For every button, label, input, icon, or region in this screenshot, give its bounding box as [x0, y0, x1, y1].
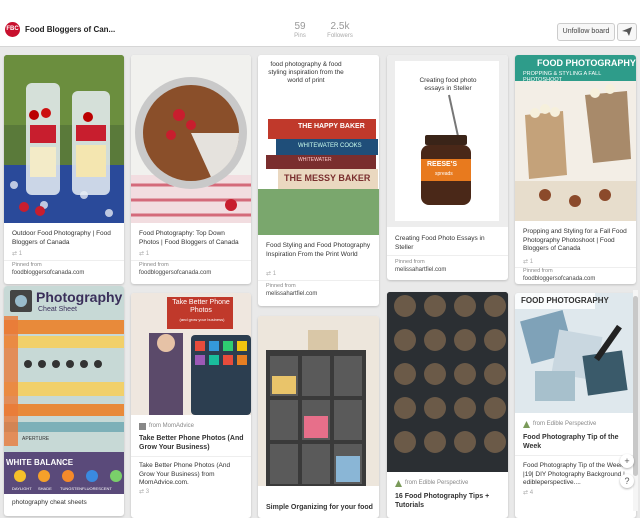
pin-image[interactable]	[4, 55, 124, 223]
pin-description: Food Photography: Top Down Photos | Food…	[139, 230, 239, 246]
pin-source-link[interactable]: foodbloggersofcanada.com	[523, 276, 595, 282]
pin-card[interactable]: Creating food photo essays in Steller RE…	[387, 55, 508, 280]
pinned-from-label: Pinned from	[395, 259, 425, 265]
jar-label: REESE'S	[427, 161, 458, 168]
cookies-tray-image	[387, 292, 508, 472]
source-logo-icon	[395, 480, 402, 487]
image-title: Take Better Phone Photos	[172, 299, 230, 314]
pin-card[interactable]: food photography & food styling inspirat…	[258, 55, 379, 306]
pin-card[interactable]: Simple Organizing for your food	[258, 316, 379, 518]
pin-description: Outdoor Food Photography | Food Bloggers…	[12, 230, 111, 246]
pin-card[interactable]: Take Better Phone Photos (and grow your …	[131, 293, 251, 518]
pin-description: Food Photography Tip of the Week |19| DI…	[523, 462, 625, 486]
pin-card[interactable]: Photography Cheat Sheet WHITE BALANCE AP…	[4, 286, 124, 516]
aperture-label: APERTURE	[22, 436, 50, 442]
pin-source-link[interactable]: foodbloggersofcanada.com	[12, 270, 84, 276]
berry-pie-image	[131, 77, 251, 223]
pins-count: 59	[294, 21, 306, 32]
send-icon	[622, 27, 632, 36]
pin-title[interactable]: Take Better Phone Photos (And Grow Your …	[139, 434, 245, 452]
background-boards-image	[515, 293, 636, 413]
pin-description: Take Better Phone Photos (And Grow Your …	[139, 462, 231, 486]
board-title[interactable]: Food Bloggers of Can...	[25, 25, 115, 34]
pin-card[interactable]: Food Photography: Top Down Photos | Food…	[131, 55, 251, 284]
pinned-from-label: Pinned from	[12, 262, 42, 268]
pinned-from-label: Pinned from	[523, 268, 553, 274]
board-header: FBC Food Bloggers of Can... 59 Pins 2.5k…	[0, 0, 640, 47]
pin-image[interactable]: FOOD PHOTOGRAPHY	[515, 293, 636, 413]
board-avatar[interactable]: FBC	[5, 22, 20, 37]
pin-source-link[interactable]: melissahartfiel.com	[395, 267, 446, 273]
pin-image[interactable]: Creating food photo essays in Steller RE…	[387, 55, 508, 227]
pin-card[interactable]: Outdoor Food Photography | Food Bloggers…	[4, 55, 124, 284]
book-title: WHITEWATER	[298, 157, 332, 163]
image-subtitle: (and grow your business)	[179, 317, 225, 322]
image-title: FOOD PHOTOGRAPHY	[521, 296, 609, 305]
source-logo-icon	[139, 423, 146, 430]
book-title: THE HAPPY BAKER	[298, 123, 365, 130]
pin-via-source[interactable]: from Edible Perspective	[533, 421, 596, 427]
wb-tungsten: TUNGSTEN	[60, 486, 82, 491]
spread-jar-image	[421, 94, 471, 205]
pin-description: Creating Food Photo Essays in Steller	[395, 235, 485, 251]
pin-source-link[interactable]: melissahartfiel.com	[266, 291, 317, 297]
white-balance-label: WHITE BALANCE	[6, 458, 74, 467]
pins-stat[interactable]: 59 Pins	[286, 21, 314, 39]
followers-count: 2.5k	[330, 21, 350, 32]
wb-shade: SHADE	[38, 486, 52, 491]
pinned-from-label: Pinned from	[266, 283, 296, 289]
help-button[interactable]: ?	[620, 474, 634, 488]
pin-card[interactable]: FOOD PHOTOGRAPHY PROPPING & STYLING A FA…	[515, 55, 636, 284]
pin-card[interactable]: from Edible Perspective 16 Food Photogra…	[387, 292, 508, 518]
pin-image[interactable]: FOOD PHOTOGRAPHY PROPPING & STYLING A FA…	[515, 55, 636, 221]
repin-count: ⇄ 1	[523, 259, 534, 265]
popcorn-bags-image	[515, 84, 636, 221]
send-button[interactable]	[617, 23, 637, 41]
pin-image[interactable]: Photography Cheat Sheet WHITE BALANCE AP…	[4, 286, 124, 494]
pin-image[interactable]	[387, 292, 508, 472]
followers-stat[interactable]: 2.5k Followers	[324, 21, 356, 39]
repin-count: ⇄ 4	[523, 490, 534, 496]
pins-label: Pins	[294, 33, 306, 39]
followers-label: Followers	[327, 33, 353, 39]
pin-via-source[interactable]: from Edible Perspective	[405, 480, 468, 486]
pin-image[interactable]: Take Better Phone Photos (and grow your …	[131, 293, 251, 415]
pin-image[interactable]	[258, 316, 379, 486]
shelf-organizing-image	[258, 316, 379, 486]
scrollbar-thumb[interactable]	[633, 296, 638, 476]
pin-title[interactable]: 16 Food Photography Tips + Tutorials	[395, 492, 502, 510]
repin-count: ⇄ 1	[12, 251, 23, 257]
pin-image[interactable]: food photography & food styling inspirat…	[258, 55, 379, 235]
book-title: THE MESSY BAKER	[284, 173, 371, 183]
pinned-from-label: Pinned from	[139, 262, 169, 268]
repin-count: ⇄ 1	[266, 271, 277, 277]
wb-fluorescent: FLUORESCENT	[82, 486, 112, 491]
pin-image[interactable]	[131, 55, 251, 223]
jar-sublabel: spreads	[435, 171, 453, 177]
pin-title[interactable]: Food Photography Tip of the Week	[523, 433, 630, 451]
parfait-jars-image	[4, 55, 124, 223]
repin-count: ⇄ 3	[139, 489, 150, 495]
scrollbar[interactable]	[633, 290, 638, 511]
pin-description: Food Styling and Food Photography Inspir…	[266, 242, 371, 258]
unfollow-board-button[interactable]: Unfollow board	[557, 23, 615, 41]
pin-via-source[interactable]: from MomAdvice	[149, 423, 194, 429]
wb-daylight: DAYLIGHT	[12, 486, 32, 491]
source-logo-icon	[523, 421, 530, 428]
pin-source-link[interactable]: foodbloggersofcanada.com	[139, 270, 211, 276]
pin-card[interactable]: FOOD PHOTOGRAPHY from Edible Perspective…	[515, 293, 636, 518]
repin-count: ⇄ 1	[139, 251, 150, 257]
pin-description: Propping and Styling for a Fall Food Pho…	[523, 228, 627, 252]
add-pin-button[interactable]: +	[620, 454, 634, 468]
pin-description: photography cheat sheets	[12, 499, 87, 506]
book-title: WHITEWATER COOKS	[298, 143, 362, 149]
